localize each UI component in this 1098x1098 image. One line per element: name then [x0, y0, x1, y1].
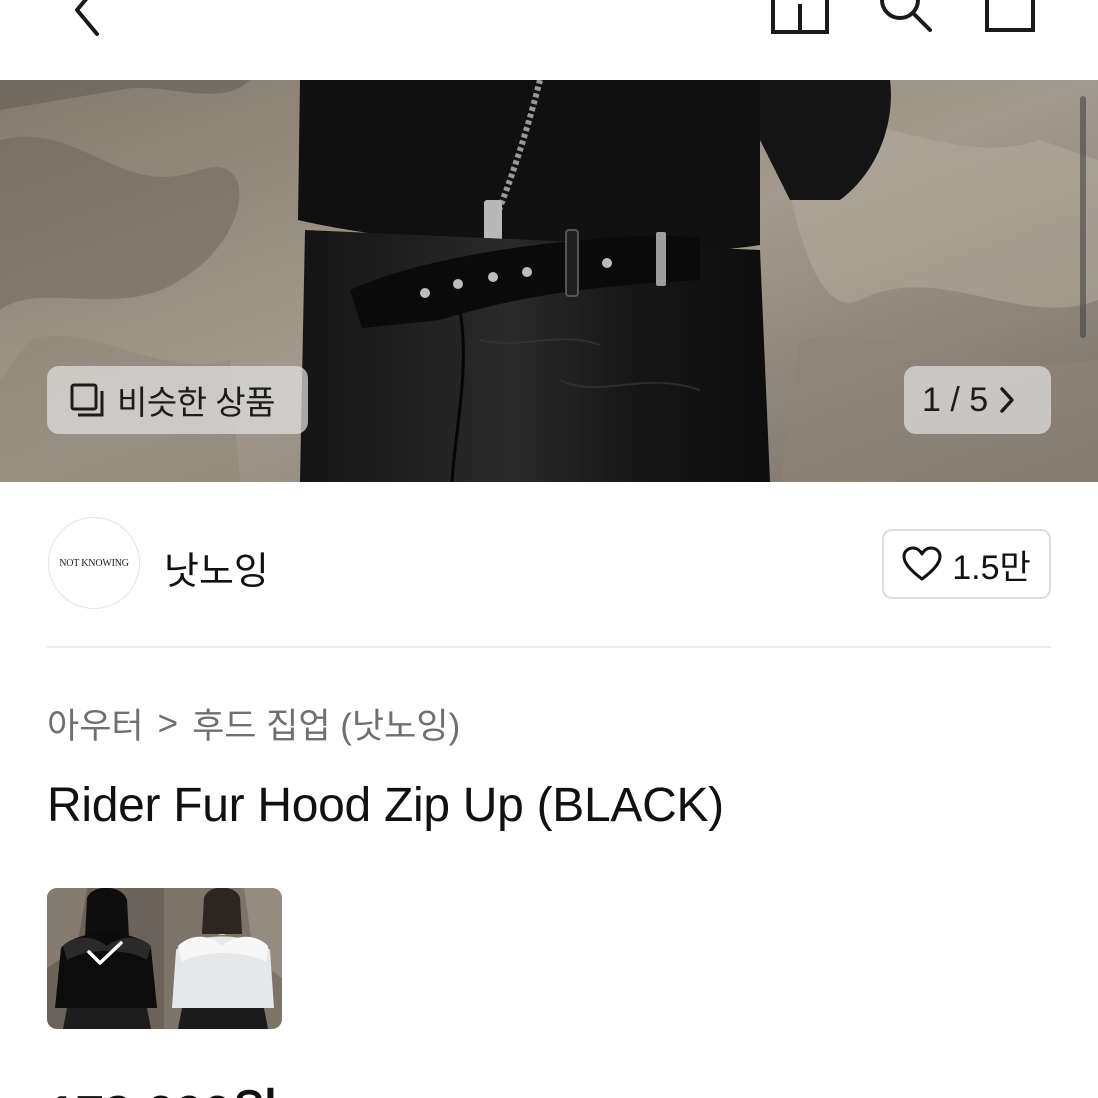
similar-items-icon — [70, 383, 104, 417]
similar-items-label: 비슷한 상품 — [117, 384, 275, 421]
home-button[interactable] — [766, 0, 834, 40]
like-count: 1.5만 — [952, 548, 1031, 587]
like-button[interactable]: 1.5만 — [882, 529, 1051, 599]
brand-logo-text: NOT KNOWING — [59, 557, 129, 569]
product-title: Rider Fur Hood Zip Up (BLACK) — [47, 779, 724, 832]
shopping-bag-button[interactable] — [976, 0, 1044, 36]
product-price: 179,000원 — [47, 1072, 279, 1098]
search-button[interactable] — [870, 0, 938, 36]
shopping-bag-icon — [985, 0, 1035, 32]
top-navigation-bar — [0, 0, 1098, 80]
home-icon — [771, 0, 829, 34]
search-icon — [880, 0, 932, 32]
variant-photo-white — [164, 888, 282, 1029]
selected-check-icon — [87, 941, 123, 965]
chevron-left-icon — [75, 0, 99, 36]
brand-logo[interactable]: NOT KNOWING — [48, 517, 140, 609]
breadcrumb-separator: > — [157, 703, 179, 743]
breadcrumb-subcategory[interactable]: 후드 집업 (낫노잉) — [192, 698, 460, 749]
chevron-right-icon — [1000, 387, 1014, 413]
breadcrumb: 아우터 > 후드 집업 (낫노잉) — [47, 698, 460, 749]
product-image-carousel[interactable]: 비슷한 상품 1 / 5 — [0, 80, 1098, 482]
heart-outline-icon — [902, 546, 942, 581]
brand-name[interactable]: 낫노잉 — [164, 540, 269, 595]
variant-thumbnail-white[interactable] — [164, 888, 282, 1029]
image-pager-count: 1 / 5 — [922, 380, 989, 419]
image-scrollbar[interactable] — [1080, 96, 1086, 338]
back-button[interactable] — [56, 0, 110, 40]
breadcrumb-category[interactable]: 아우터 — [47, 698, 144, 749]
section-divider — [47, 646, 1051, 648]
image-pager[interactable]: 1 / 5 — [904, 366, 1051, 434]
similar-items-button[interactable]: 비슷한 상품 — [47, 366, 308, 434]
